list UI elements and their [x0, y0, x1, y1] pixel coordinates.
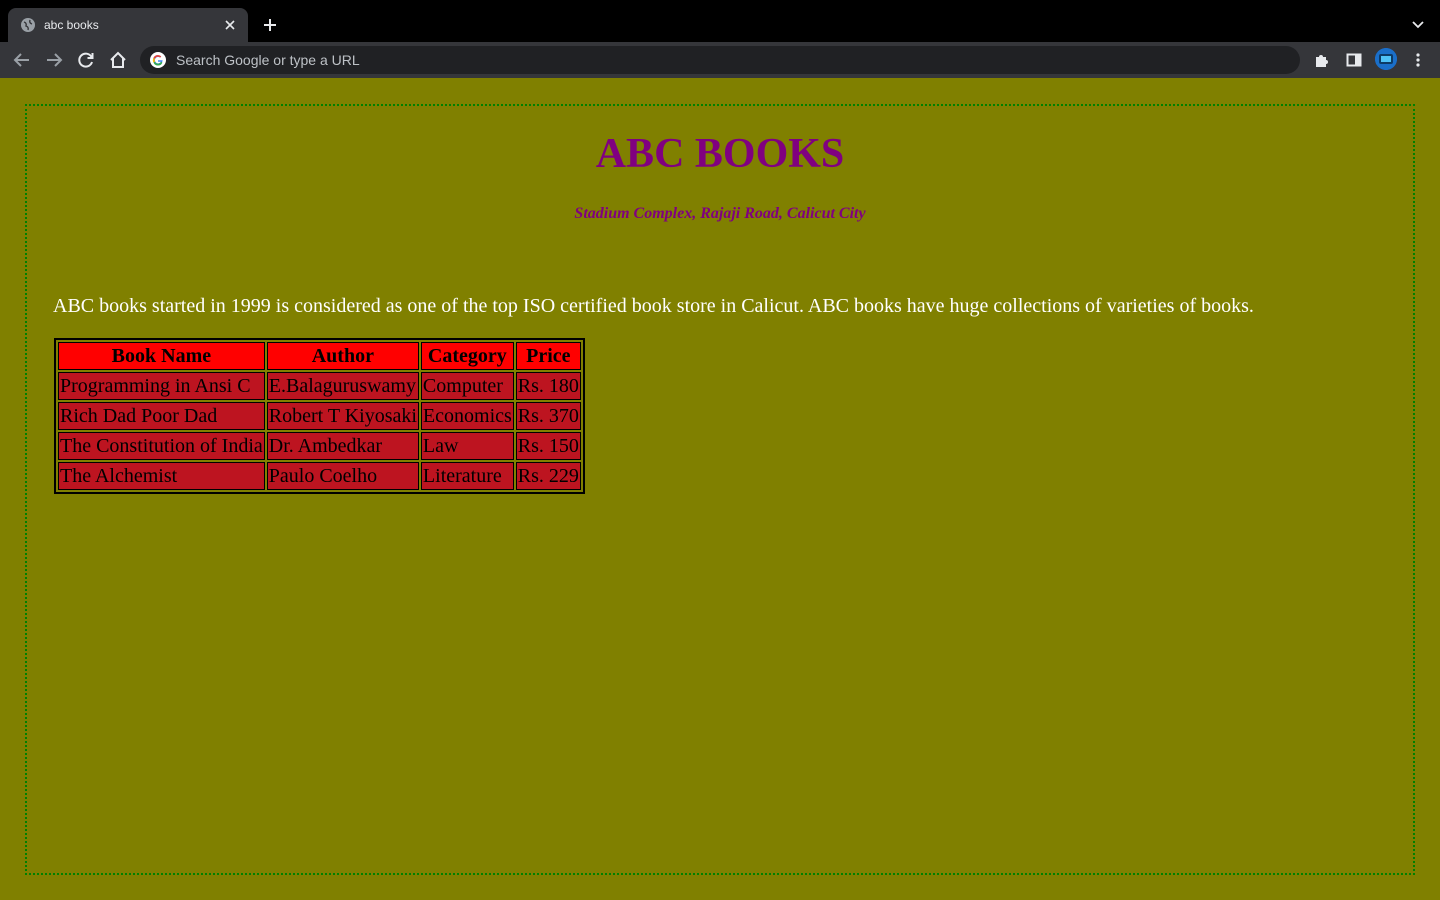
book-name-cell: Rich Dad Poor Dad: [58, 402, 265, 430]
browser-toolbar: [0, 42, 1440, 78]
reload-icon[interactable]: [76, 50, 96, 70]
category-cell: Law: [420, 432, 514, 460]
column-header: Author: [266, 342, 419, 370]
globe-icon: [21, 18, 35, 32]
table-row: The Constitution of India Dr. Ambedkar L…: [58, 432, 581, 460]
profile-avatar[interactable]: [1375, 48, 1397, 70]
author-cell: Dr. Ambedkar: [266, 432, 419, 460]
category-cell: Economics: [420, 402, 514, 430]
store-address: Stadium Complex, Rajaji Road, Calicut Ci…: [574, 205, 866, 222]
forward-arrow-icon[interactable]: [44, 50, 64, 70]
price-cell: Rs. 180: [515, 372, 581, 400]
book-name-cell: The Alchemist: [58, 462, 265, 490]
price-cell: Rs. 229: [515, 462, 581, 490]
table-row: Rich Dad Poor Dad Robert T Kiyosaki Econ…: [58, 402, 581, 430]
books-table: Book Name Author Category Price Programm…: [54, 338, 585, 494]
table-header-row: Book Name Author Category Price: [58, 342, 581, 370]
page-title: ABC BOOKS: [595, 131, 845, 177]
home-icon[interactable]: [108, 50, 128, 70]
book-name-cell: The Constitution of India: [58, 432, 265, 460]
new-tab-icon[interactable]: [260, 15, 280, 35]
extensions-puzzle-icon[interactable]: [1312, 50, 1332, 70]
side-panel-icon[interactable]: [1344, 50, 1364, 70]
more-menu-icon[interactable]: [1408, 50, 1428, 70]
back-arrow-icon[interactable]: [12, 50, 32, 70]
intro-paragraph: ABC books started in 1999 is considered …: [53, 295, 1254, 317]
chevron-down-icon[interactable]: [1410, 16, 1426, 32]
tab-strip: abc books: [0, 0, 1440, 42]
category-cell: Computer: [420, 372, 514, 400]
category-cell: Literature: [420, 462, 514, 490]
author-cell: Robert T Kiyosaki: [266, 402, 419, 430]
column-header: Book Name: [58, 342, 265, 370]
close-tab-icon[interactable]: [222, 17, 238, 33]
url-input[interactable]: [174, 51, 1278, 69]
google-icon: [150, 52, 166, 68]
table-row: Programming in Ansi C E.Balaguruswamy Co…: [58, 372, 581, 400]
page-frame: ABC BOOKS Stadium Complex, Rajaji Road, …: [25, 104, 1415, 875]
address-bar[interactable]: [140, 46, 1300, 74]
price-cell: Rs. 370: [515, 402, 581, 430]
browser-tab[interactable]: abc books: [8, 8, 248, 42]
column-header: Category: [420, 342, 514, 370]
book-name-cell: Programming in Ansi C: [58, 372, 265, 400]
table-row: The Alchemist Paulo Coelho Literature Rs…: [58, 462, 581, 490]
author-cell: E.Balaguruswamy: [266, 372, 419, 400]
author-cell: Paulo Coelho: [266, 462, 419, 490]
tab-title: abc books: [44, 18, 99, 32]
column-header: Price: [515, 342, 581, 370]
price-cell: Rs. 150: [515, 432, 581, 460]
